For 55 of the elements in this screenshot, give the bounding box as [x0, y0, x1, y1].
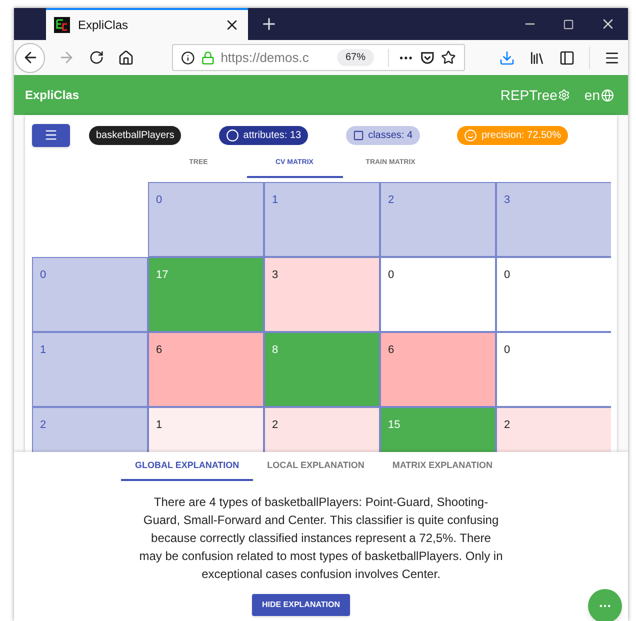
home-icon[interactable] — [118, 50, 134, 66]
matrix-cell: 0 — [496, 257, 611, 332]
column-header: 1 — [264, 182, 380, 257]
matrix-cell: 3 — [264, 257, 380, 332]
matrix-cell: 2 — [264, 407, 380, 452]
menu-icon[interactable] — [604, 50, 620, 66]
new-tab-icon[interactable] — [260, 15, 278, 33]
url-text: https://demos.c — [220, 48, 310, 67]
explanation-tab[interactable]: GLOBAL EXPLANATION — [121, 452, 254, 481]
matrix-cell: 2 — [496, 407, 611, 452]
matrix-cell: 6 — [148, 332, 264, 407]
row-header: 2 — [32, 407, 148, 452]
square-icon — [353, 130, 364, 140]
tab-title: ExpliClas — [78, 17, 130, 34]
back-button[interactable] — [15, 42, 45, 72]
reload-icon[interactable] — [89, 50, 104, 65]
explanation-text: There are 4 types of basketballPlayers: Point-Guard, Shooting-Guard, Small-Forward and Center. This classifier is quite confusing because correctly classified instances represent a 72,5%. There may be confusion related to most types of basketballPlayers. Only in exceptional cases confusion involves Center. — [139, 494, 503, 583]
library-icon[interactable] — [529, 50, 545, 66]
matrix-cell: 6 — [380, 332, 496, 407]
hide-explanation-button[interactable]: HIDE EXPLANATION — [252, 594, 350, 616]
row-header: 0 — [32, 257, 148, 332]
maximize-icon[interactable] — [563, 18, 574, 30]
zoom-level[interactable]: 67% — [337, 49, 374, 66]
globe-icon — [601, 88, 614, 102]
chip-label: classes: 4 — [368, 128, 413, 142]
matrix-cell: 0 — [380, 257, 496, 332]
column-header: 0 — [148, 182, 264, 257]
row-header: 1 — [32, 332, 148, 407]
chip-label: attributes: 13 — [243, 128, 302, 142]
star-icon[interactable] — [441, 50, 456, 65]
chip-label: basketballPlayers — [96, 128, 174, 142]
lock-icon — [200, 50, 215, 64]
menu-icon — [44, 128, 58, 142]
explanation-tab[interactable]: MATRIX EXPLANATION — [378, 452, 507, 481]
smiley-icon — [464, 128, 478, 142]
sidebar-icon[interactable] — [559, 50, 575, 66]
app-logo-icon — [54, 17, 70, 33]
matrix-cell: 8 — [264, 332, 380, 407]
matrix-cell: 17 — [148, 257, 264, 332]
column-header: 3 — [496, 182, 611, 257]
info-icon — [181, 50, 195, 64]
circle-icon — [226, 128, 240, 142]
matrix-cell: 0 — [496, 332, 611, 407]
matrix-cell: 15 — [380, 407, 496, 452]
address-bar[interactable]: https://demos.c 67% — [172, 44, 465, 71]
chip-label: precision: 72.50% — [481, 128, 561, 142]
menu-button[interactable] — [32, 124, 70, 146]
pocket-icon[interactable] — [420, 50, 436, 65]
download-icon[interactable] — [499, 50, 515, 66]
matrix-cell: 1 — [148, 407, 264, 452]
browser-tab[interactable]: ExpliClas — [46, 8, 248, 40]
gear-icon — [558, 89, 570, 101]
column-header: 2 — [380, 182, 496, 257]
explanation-tab[interactable]: LOCAL EXPLANATION — [253, 452, 378, 481]
app-title: ExpliClas — [25, 87, 80, 104]
